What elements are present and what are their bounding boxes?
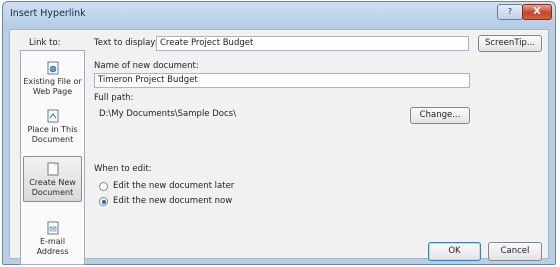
title-bar: Insert Hyperlink ? X	[3, 2, 555, 28]
nav-existing-file[interactable]: Existing File or Web Page	[23, 57, 82, 99]
nav-existing-file-label-1: Existing File or	[23, 77, 82, 86]
link-to-panel: Existing File or Web Page Place in This …	[20, 50, 85, 265]
dialog-title: Insert Hyperlink	[10, 8, 86, 19]
nav-existing-file-label-2: Web Page	[32, 87, 73, 96]
full-path-value: D:\My Documents\Sample Docs\	[99, 109, 236, 119]
nav-create-new-document[interactable]: Create New Document	[23, 156, 82, 202]
help-button[interactable]: ?	[497, 4, 523, 20]
nav-place-label-1: Place in This	[27, 125, 78, 134]
nav-create-label-1: Create New	[29, 178, 76, 187]
nav-place-in-document[interactable]: Place in This Document	[23, 105, 82, 149]
nav-place-label-2: Document	[31, 135, 74, 144]
edit-later-radio[interactable]	[99, 182, 108, 191]
nav-email-address[interactable]: E-mail Address	[23, 211, 82, 256]
edit-later-label[interactable]: Edit the new document later	[113, 181, 234, 191]
globe-file-icon	[47, 61, 58, 75]
cancel-button[interactable]: Cancel	[488, 242, 542, 261]
dialog-body: Link to: Existing File or Web Page Place…	[9, 29, 549, 265]
email-icon	[47, 221, 58, 235]
document-place-icon	[47, 109, 58, 123]
full-path-label: Full path:	[94, 93, 134, 103]
link-to-label: Link to:	[29, 38, 61, 48]
nav-create-label-2: Document	[31, 188, 74, 197]
screentip-button[interactable]: ScreenTip...	[478, 35, 542, 52]
edit-now-radio[interactable]	[99, 197, 108, 206]
new-document-icon	[47, 162, 58, 176]
edit-now-label[interactable]: Edit the new document now	[113, 196, 232, 206]
ok-button[interactable]: OK	[428, 242, 481, 261]
text-to-display-label: Text to display:	[94, 38, 158, 48]
new-document-input[interactable]: Timeron Project Budget	[94, 73, 470, 88]
close-button[interactable]: X	[522, 4, 552, 20]
text-to-display-input[interactable]: Create Project Budget	[156, 36, 469, 51]
new-document-label: Name of new document:	[94, 61, 199, 71]
when-to-edit-label: When to edit:	[94, 164, 152, 174]
change-button[interactable]: Change...	[410, 107, 470, 124]
nav-email-label: E-mail Address	[36, 237, 69, 256]
insert-hyperlink-dialog: Insert Hyperlink ? X Link to: Existing F…	[2, 1, 556, 265]
